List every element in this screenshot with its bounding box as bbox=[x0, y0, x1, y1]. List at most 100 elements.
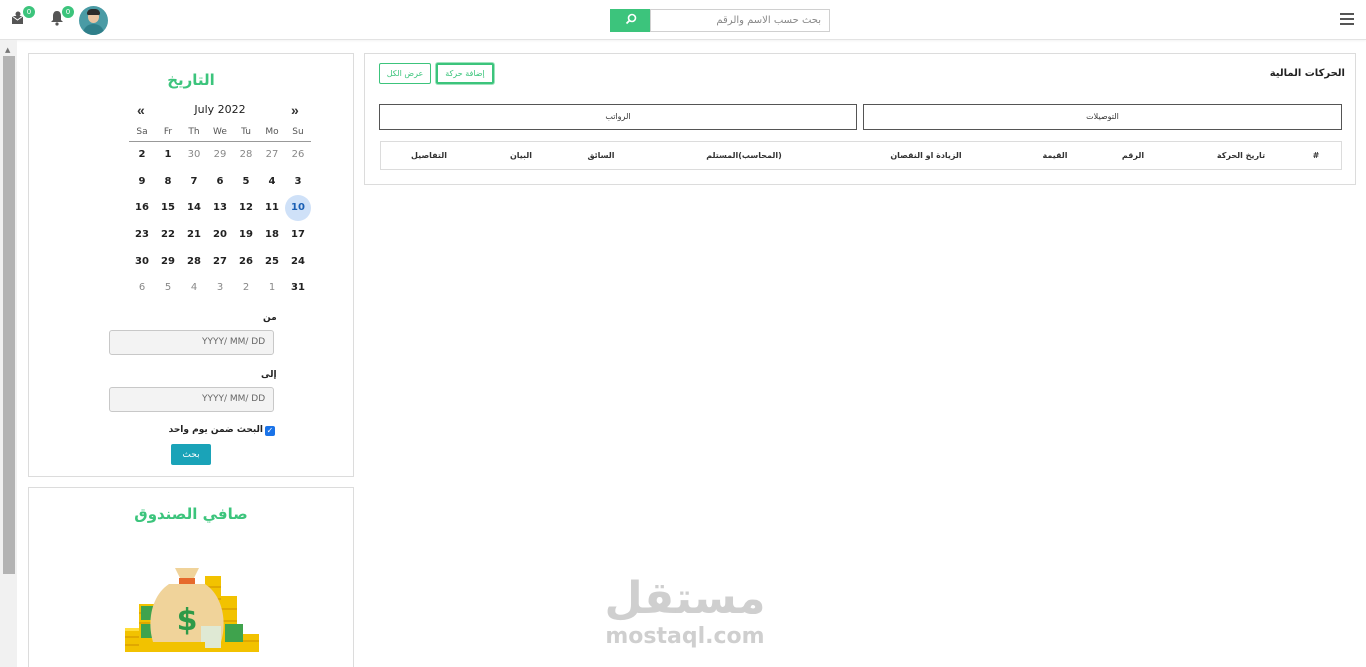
calendar-day[interactable]: 1 bbox=[155, 142, 181, 168]
search-input[interactable] bbox=[650, 9, 830, 32]
calendar-day[interactable]: 3 bbox=[285, 169, 311, 195]
search-icon bbox=[625, 13, 636, 25]
calendar-day[interactable]: 27 bbox=[259, 142, 285, 168]
page-scrollbar[interactable]: ▲ bbox=[0, 40, 17, 667]
weekday-label: Th bbox=[188, 127, 200, 137]
calendar-day[interactable]: 26 bbox=[233, 249, 259, 275]
calendar-week-row: 9876543 bbox=[129, 169, 311, 196]
calendar-prev-button[interactable]: « bbox=[137, 102, 145, 118]
calendar-day[interactable]: 29 bbox=[207, 142, 233, 168]
calendar-day[interactable]: 23 bbox=[129, 222, 155, 248]
calendar-day[interactable]: 30 bbox=[181, 142, 207, 168]
calendar-day[interactable]: 17 bbox=[285, 222, 311, 248]
column-header: الرقم bbox=[1121, 151, 1145, 160]
to-label: إلى bbox=[261, 370, 277, 380]
column-header: تاريخ الحركة bbox=[1216, 151, 1266, 160]
watermark-arabic: مستقل bbox=[604, 573, 766, 624]
column-header: البيان bbox=[509, 151, 533, 160]
calendar-day[interactable]: 27 bbox=[207, 249, 233, 275]
column-header: (المحاسب)المستلم bbox=[706, 151, 782, 160]
calendar-week-row: 2 1 30 29 28 27 26 bbox=[129, 142, 311, 169]
cash-box-panel: صافي الصندوق $ bbox=[28, 487, 354, 667]
calendar-day[interactable]: 15 bbox=[155, 195, 181, 221]
messages-badge: 0 bbox=[23, 6, 35, 18]
calendar-day[interactable]: 13 bbox=[207, 195, 233, 221]
column-header: السائق bbox=[587, 151, 615, 160]
from-label: من bbox=[263, 313, 277, 323]
calendar-day[interactable]: 30 bbox=[129, 249, 155, 275]
calendar-day-today[interactable]: 10 bbox=[285, 195, 311, 222]
financial-movements-card: الحركات المالية عرض الكل إضافة حركة التو… bbox=[364, 53, 1356, 185]
watermark-logo: مستقل mostaql.com bbox=[600, 574, 770, 654]
calendar-day[interactable]: 2 bbox=[233, 275, 259, 301]
notifications-icon[interactable]: 0 bbox=[47, 6, 74, 30]
calendar-day[interactable]: 1 bbox=[259, 275, 285, 301]
search-bar bbox=[610, 9, 830, 32]
calendar-day[interactable]: 25 bbox=[259, 249, 285, 275]
calendar-day[interactable]: 14 bbox=[181, 195, 207, 221]
add-movement-button[interactable]: إضافة حركة bbox=[436, 63, 494, 84]
top-navbar: 0 0 bbox=[0, 0, 1366, 40]
notifications-badge: 0 bbox=[62, 6, 74, 18]
from-date-input[interactable]: YYYY/ MM/ DD bbox=[109, 330, 274, 355]
calendar-day[interactable]: 28 bbox=[233, 142, 259, 168]
calendar-day[interactable]: 18 bbox=[259, 222, 285, 248]
calendar-grid: Sa Fr Th We Tu Mo Su 2 1 30 29 28 27 26 9 8 7 6 5 4 3 16 15 14… bbox=[129, 124, 311, 302]
calendar-day[interactable]: 19 bbox=[233, 222, 259, 248]
weekday-label: Fr bbox=[163, 127, 173, 137]
calendar-day[interactable]: 4 bbox=[181, 275, 207, 301]
calendar-day[interactable]: 28 bbox=[181, 249, 207, 275]
search-button[interactable] bbox=[610, 9, 651, 32]
scroll-up-arrow-icon[interactable]: ▲ bbox=[5, 46, 10, 54]
weekday-label: Tu bbox=[241, 127, 251, 137]
calendar-day[interactable]: 20 bbox=[207, 222, 233, 248]
weekday-label: Mo bbox=[265, 127, 279, 137]
calendar-day[interactable]: 21 bbox=[181, 222, 207, 248]
svg-text:$: $ bbox=[177, 603, 198, 638]
single-day-label: البحث ضمن يوم واحد bbox=[168, 425, 263, 435]
calendar-day[interactable]: 5 bbox=[233, 169, 259, 195]
calendar-day[interactable]: 6 bbox=[207, 169, 233, 195]
calendar-day[interactable]: 16 bbox=[129, 195, 155, 221]
calendar-day[interactable]: 6 bbox=[129, 275, 155, 301]
calendar-day[interactable]: 26 bbox=[285, 142, 311, 168]
show-all-button[interactable]: عرض الكل bbox=[379, 63, 431, 84]
calendar-week-row: 16 15 14 13 12 11 10 bbox=[129, 195, 311, 222]
column-header: القيمة bbox=[1042, 151, 1068, 160]
calendar-day[interactable]: 3 bbox=[207, 275, 233, 301]
to-date-input[interactable]: YYYY/ MM/ DD bbox=[109, 387, 274, 412]
messages-icon[interactable]: 0 bbox=[8, 6, 35, 30]
calendar-next-button[interactable]: » bbox=[291, 102, 299, 118]
tab-salaries[interactable]: الرواتب bbox=[379, 104, 857, 130]
scroll-thumb[interactable] bbox=[3, 56, 15, 574]
date-filter-panel: التاريخ « July 2022 » Sa Fr Th We Tu Mo Su 213… bbox=[28, 53, 354, 477]
single-day-checkbox[interactable]: ✓ bbox=[265, 426, 275, 436]
calendar-day[interactable]: 22 bbox=[155, 222, 181, 248]
date-search-button[interactable]: بحث bbox=[171, 444, 211, 465]
calendar-day[interactable]: 8 bbox=[155, 169, 181, 195]
calendar-month-label[interactable]: July 2022 bbox=[169, 102, 271, 118]
weekday-label: We bbox=[213, 127, 227, 137]
calendar-day[interactable]: 29 bbox=[155, 249, 181, 275]
calendar-day[interactable]: 4 bbox=[259, 169, 285, 195]
page-title: الحركات المالية bbox=[1269, 68, 1345, 79]
calendar-day[interactable]: 12 bbox=[233, 195, 259, 221]
watermark-latin: mostaql.com bbox=[605, 624, 765, 649]
column-header: الزيادة او النقصان bbox=[890, 151, 962, 160]
tab-receipts[interactable]: التوصيلات bbox=[863, 104, 1342, 130]
calendar-day[interactable]: 2 bbox=[129, 142, 155, 168]
calendar-week-row: 6 5 4 3 2 1 31 bbox=[129, 275, 311, 302]
calendar-weekdays: Sa Fr Th We Tu Mo Su bbox=[129, 124, 311, 142]
calendar-day[interactable]: 9 bbox=[129, 169, 155, 195]
column-header: التفاصيل bbox=[411, 151, 447, 160]
calendar-day[interactable]: 31 bbox=[285, 275, 311, 301]
column-header: # bbox=[1312, 151, 1320, 160]
menu-toggle-icon[interactable] bbox=[1340, 13, 1354, 25]
calendar-day[interactable]: 5 bbox=[155, 275, 181, 301]
calendar-day[interactable]: 11 bbox=[259, 195, 285, 221]
calendar-header: « July 2022 » bbox=[129, 102, 311, 118]
calendar-day[interactable]: 7 bbox=[181, 169, 207, 195]
date-panel-title: التاريخ bbox=[167, 71, 215, 89]
user-avatar[interactable] bbox=[79, 6, 108, 35]
calendar-day[interactable]: 24 bbox=[285, 249, 311, 275]
